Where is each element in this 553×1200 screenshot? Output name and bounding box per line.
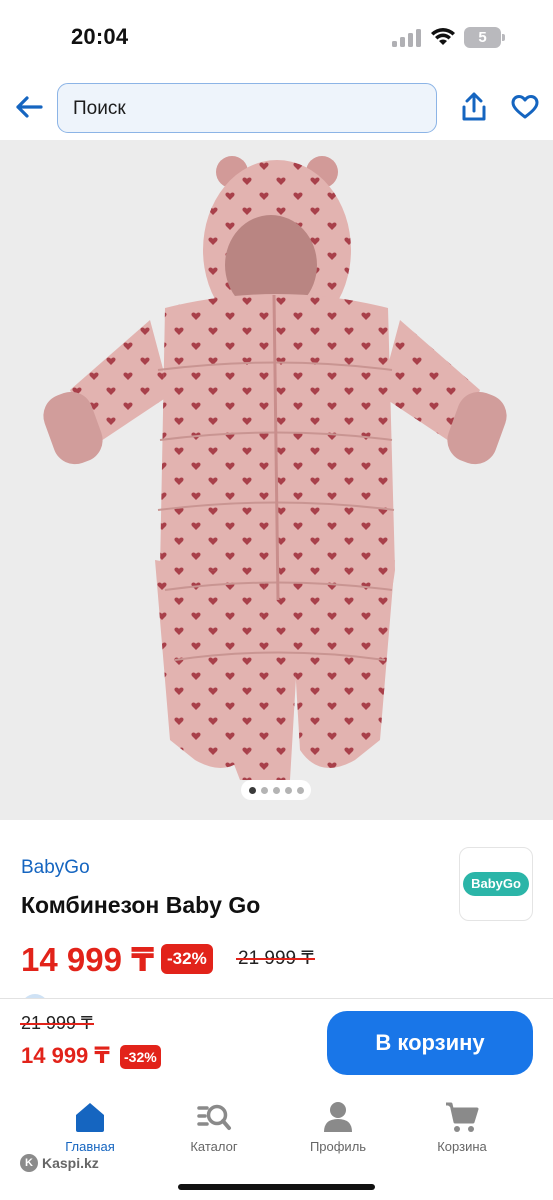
signal-icon [392, 29, 421, 47]
tab-cart[interactable]: Корзина [407, 1100, 517, 1160]
brand-logo-text: BabyGo [463, 872, 529, 896]
back-button[interactable] [12, 90, 46, 124]
home-icon [76, 1103, 104, 1132]
favorite-button[interactable] [508, 90, 542, 124]
share-icon [462, 92, 486, 121]
heart-icon [511, 95, 539, 119]
discount-badge: -32% [161, 944, 213, 974]
home-indicator [178, 1184, 375, 1190]
tab-catalog-label: Каталог [190, 1139, 238, 1154]
tab-home[interactable]: Главная [35, 1100, 145, 1160]
tab-cart-label: Корзина [437, 1139, 487, 1154]
buybar-discount-badge: -32% [120, 1045, 161, 1069]
search-placeholder: Поиск [73, 98, 126, 119]
tab-profile[interactable]: Профиль [283, 1100, 393, 1160]
old-price: 21 999 ₸ [235, 948, 316, 969]
gallery-dot[interactable] [248, 786, 256, 794]
product-price: 14 999 ₸ [21, 941, 155, 978]
status-bar: 20:04 5 [0, 0, 553, 76]
product-title: Комбинезон Baby Go [21, 892, 261, 918]
product-gallery[interactable] [0, 140, 553, 820]
top-header: Поиск [0, 76, 553, 140]
gallery-dot[interactable] [260, 786, 268, 794]
cart-icon [446, 1102, 479, 1132]
tab-catalog[interactable]: Каталог [159, 1100, 269, 1160]
kaspi-watermark: K Kaspi.kz [20, 1154, 99, 1172]
tab-home-label: Главная [65, 1139, 115, 1154]
buy-bar: 21 999 ₸ 14 999 ₸ -32% В корзину [0, 998, 553, 1090]
wifi-icon [431, 28, 455, 45]
catalog-icon [197, 1104, 231, 1130]
buybar-price: 14 999 ₸ [21, 1043, 110, 1068]
gallery-dot[interactable] [272, 786, 280, 794]
back-arrow-icon [16, 96, 43, 118]
tab-profile-label: Профиль [309, 1139, 367, 1154]
product-photo [43, 156, 507, 780]
add-to-cart-button[interactable]: В корзину [327, 1011, 533, 1075]
product-info-card: BabyGo Комбинезон Baby Go BabyGo 14 999 … [0, 826, 553, 1016]
profile-icon [324, 1102, 352, 1132]
brand-link[interactable]: BabyGo [21, 857, 90, 879]
watermark-text: Kaspi.kz [42, 1155, 99, 1171]
share-button[interactable] [457, 88, 491, 126]
search-input[interactable]: Поиск [57, 83, 437, 133]
status-time: 20:04 [71, 24, 129, 49]
gallery-dot[interactable] [296, 786, 304, 794]
gallery-dot[interactable] [284, 786, 292, 794]
buybar-old-price: 21 999 ₸ [20, 1013, 94, 1033]
kaspi-logo-icon: K [20, 1154, 38, 1172]
brand-logo[interactable]: BabyGo [459, 847, 533, 921]
battery-icon: 5 [464, 27, 506, 48]
battery-level: 5 [478, 29, 487, 46]
gallery-pagination[interactable] [241, 780, 311, 800]
